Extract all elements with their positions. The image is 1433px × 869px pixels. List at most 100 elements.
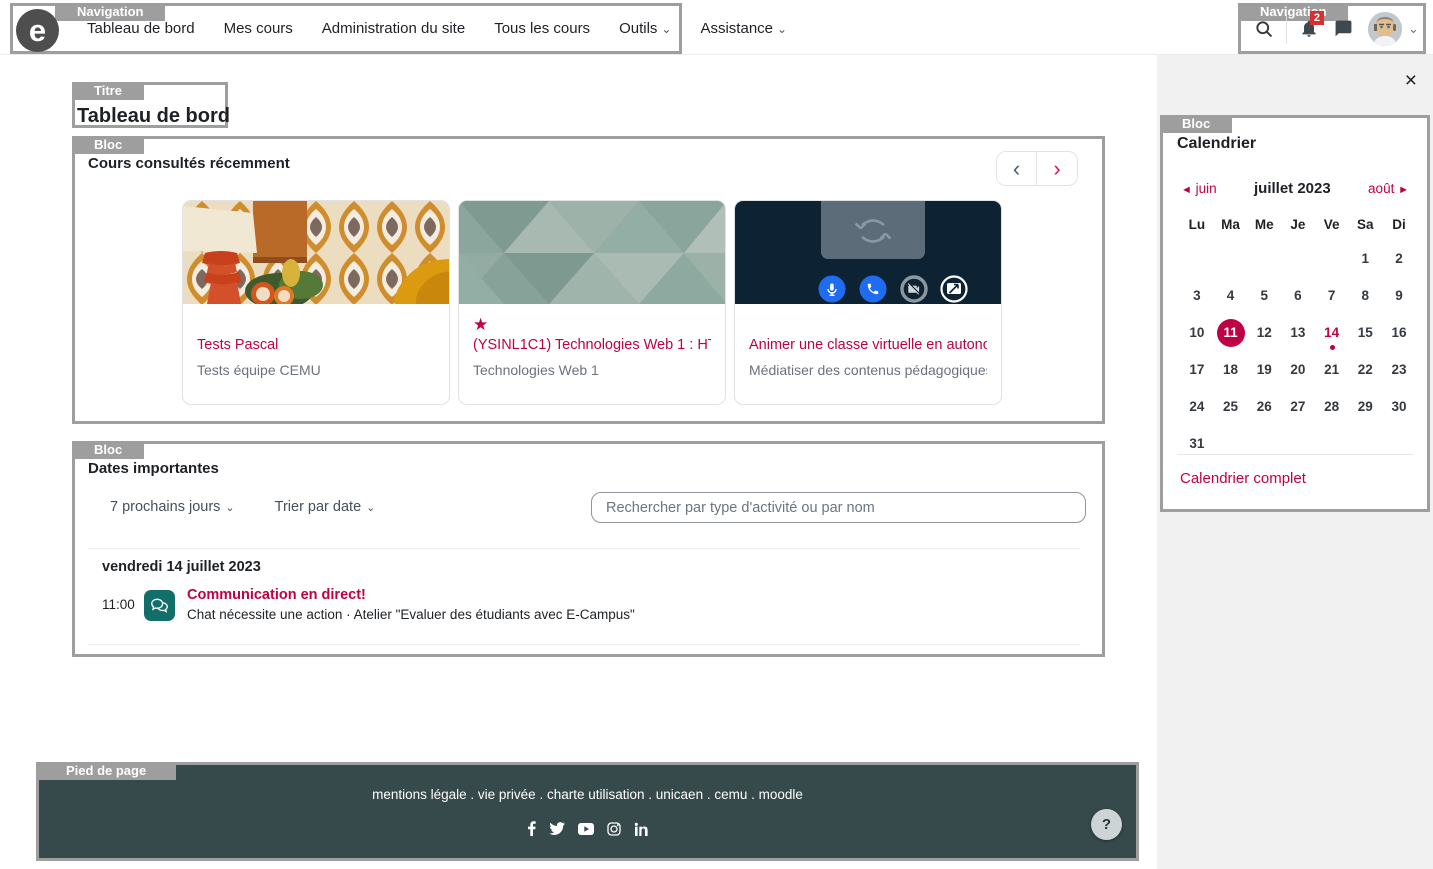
footer-link[interactable]: mentions légale xyxy=(372,787,467,802)
calendar-day[interactable]: 27 xyxy=(1281,388,1315,425)
calendar-day[interactable]: 30 xyxy=(1382,388,1416,425)
chevron-down-icon: ⌄ xyxy=(225,502,234,514)
calendar-day[interactable]: 25 xyxy=(1214,388,1248,425)
course-card[interactable]: ★ (YSINL1C1) Technologies Web 1 : HTML..… xyxy=(458,200,726,405)
annotation-label: Bloc xyxy=(72,441,144,459)
course-link[interactable]: Tests Pascal xyxy=(197,337,435,353)
course-link[interactable]: Animer une classe virtuelle en autonomie xyxy=(749,337,987,353)
footer-link[interactable]: unicaen xyxy=(656,787,703,802)
search-icon[interactable] xyxy=(1247,19,1281,39)
messages-icon[interactable] xyxy=(1326,19,1360,38)
linkedin-icon[interactable] xyxy=(634,822,648,836)
calendar-day[interactable]: 31 xyxy=(1180,425,1214,462)
main-content: Titre Tableau de bord Bloc Cours consult… xyxy=(0,55,1157,869)
footer-link[interactable]: vie privée xyxy=(478,787,536,802)
close-drawer-icon[interactable]: × xyxy=(1405,71,1417,91)
calendar-day[interactable]: 23 xyxy=(1382,351,1416,388)
nav-item[interactable]: Mes cours xyxy=(224,20,293,37)
calendar-day[interactable]: 7 xyxy=(1315,277,1349,314)
event-link[interactable]: Communication en direct! xyxy=(187,587,635,603)
footer-link[interactable]: moodle xyxy=(759,787,803,802)
next-month-link[interactable]: août ► xyxy=(1368,181,1409,196)
calendar-day[interactable]: 28 xyxy=(1315,388,1349,425)
notifications-bell-icon[interactable]: 2 xyxy=(1292,18,1326,39)
calendar-day[interactable]: 10 xyxy=(1180,314,1214,351)
nav-item[interactable]: Administration du site xyxy=(322,20,465,37)
calendar-day[interactable]: 15 xyxy=(1348,314,1382,351)
facebook-icon[interactable] xyxy=(527,821,536,836)
calendar-day[interactable]: 2 xyxy=(1382,240,1416,277)
recent-courses-heading: Cours consultés récemment xyxy=(88,155,290,172)
day-range-dropdown[interactable]: 7 prochains jours⌄ xyxy=(110,499,235,515)
activity-search-input[interactable] xyxy=(591,492,1086,523)
calendar-day[interactable]: 8 xyxy=(1348,277,1382,314)
footer-link[interactable]: charte utilisation xyxy=(547,787,645,802)
ecampus-logo[interactable]: e xyxy=(16,9,59,52)
nav-item[interactable]: Tous les cours xyxy=(494,20,590,37)
footer-social-icons xyxy=(39,821,1136,836)
course-card[interactable]: ★ Animer une classe virtuelle en autonom… xyxy=(734,200,1002,405)
footer-link[interactable]: cemu xyxy=(714,787,747,802)
calendar-day[interactable]: 18 xyxy=(1214,351,1248,388)
weekday-label: Me xyxy=(1247,210,1281,240)
calendar-day[interactable]: 6 xyxy=(1281,277,1315,314)
calendar-day xyxy=(1315,425,1349,462)
carousel-next-icon[interactable]: › xyxy=(1037,152,1077,185)
course-image-virtual-class xyxy=(735,201,1002,304)
user-avatar[interactable] xyxy=(1368,12,1402,46)
calendar-day[interactable]: 13 xyxy=(1281,314,1315,351)
calendar-day[interactable]: 5 xyxy=(1247,277,1281,314)
nav-item[interactable]: Assistance⌄ xyxy=(700,20,787,37)
help-button[interactable]: ? xyxy=(1091,809,1122,840)
youtube-icon[interactable] xyxy=(578,823,594,835)
prev-month-link[interactable]: ◄ juin xyxy=(1181,181,1217,196)
calendar-day[interactable]: 22 xyxy=(1348,351,1382,388)
separator: . xyxy=(536,787,547,802)
carousel-prev-icon[interactable]: ‹ xyxy=(997,152,1037,185)
calendar-day[interactable]: 20 xyxy=(1281,351,1315,388)
nav-item[interactable]: Outils⌄ xyxy=(619,20,671,37)
calendar-day[interactable]: 19 xyxy=(1247,351,1281,388)
calendar-day[interactable]: 29 xyxy=(1348,388,1382,425)
avatar-dropdown-chevron-icon[interactable]: ⌄ xyxy=(1408,21,1419,37)
course-image-retro xyxy=(183,201,450,304)
chat-activity-icon xyxy=(144,590,175,621)
navbar-icons: 2 ⌄ xyxy=(1247,6,1425,51)
arrow-right-icon: ► xyxy=(1398,184,1409,196)
calendar-day[interactable]: 24 xyxy=(1180,388,1214,425)
nav-item[interactable]: Tableau de bord xyxy=(87,20,195,37)
chevron-down-icon: ⌄ xyxy=(366,502,375,514)
calendar-day[interactable]: 14 xyxy=(1315,314,1349,351)
event-date-heading: vendredi 14 juillet 2023 xyxy=(102,559,261,575)
course-category: Tests équipe CEMU xyxy=(197,362,435,378)
calendar-day[interactable]: 21 xyxy=(1315,351,1349,388)
annotation-box-title: Titre Tableau de bord xyxy=(72,82,228,128)
course-cards: ★ Tests Pascal Tests équipe CEMU xyxy=(182,200,1002,405)
divider xyxy=(88,548,1080,549)
calendar-day[interactable]: 9 xyxy=(1382,277,1416,314)
important-dates-heading: Dates importantes xyxy=(88,460,219,477)
sort-dropdown[interactable]: Trier par date⌄ xyxy=(275,499,376,515)
course-link[interactable]: (YSINL1C1) Technologies Web 1 : HTML... xyxy=(473,337,711,353)
calendar-day[interactable]: 17 xyxy=(1180,351,1214,388)
calendar-day xyxy=(1214,240,1248,277)
calendar-day xyxy=(1348,425,1382,462)
event-time: 11:00 xyxy=(102,597,144,612)
course-card[interactable]: ★ Tests Pascal Tests équipe CEMU xyxy=(182,200,450,405)
important-dates-block: Bloc Dates importantes 7 prochains jours… xyxy=(72,441,1105,657)
calendar-day[interactable]: 1 xyxy=(1348,240,1382,277)
calendar-day[interactable]: 11 xyxy=(1214,314,1248,351)
calendar-day[interactable]: 26 xyxy=(1247,388,1281,425)
annotation-label: Bloc xyxy=(1160,115,1232,133)
instagram-icon[interactable] xyxy=(607,822,621,836)
annotation-box-navigation-left: Navigation e Tableau de bordMes coursAdm… xyxy=(10,3,682,54)
calendar-day xyxy=(1180,240,1214,277)
calendar-day xyxy=(1214,425,1248,462)
calendar-day[interactable]: 12 xyxy=(1247,314,1281,351)
twitter-icon[interactable] xyxy=(549,822,565,835)
full-calendar-link[interactable]: Calendrier complet xyxy=(1180,470,1306,487)
calendar-day[interactable]: 4 xyxy=(1214,277,1248,314)
calendar-day xyxy=(1247,240,1281,277)
calendar-day[interactable]: 3 xyxy=(1180,277,1214,314)
calendar-day[interactable]: 16 xyxy=(1382,314,1416,351)
